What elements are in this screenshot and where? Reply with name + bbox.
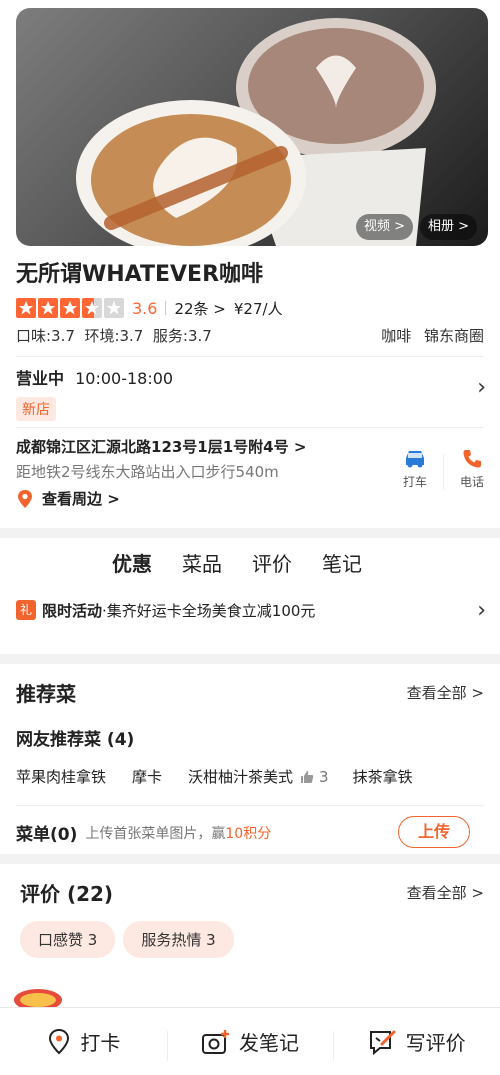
car-icon: [406, 451, 424, 468]
menu-points: 10积分: [225, 825, 272, 842]
review-tags: 口感赞 3 服务热情 3: [20, 921, 484, 958]
tab-dishes[interactable]: 菜品: [182, 548, 222, 590]
hero-image[interactable]: 视频 > 相册 >: [16, 8, 488, 246]
sub-scores: 口味:3.7 环境:3.7 服务:3.7: [16, 326, 212, 345]
new-shop-badge: 新店: [16, 397, 56, 421]
dish-item[interactable]: 摩卡: [132, 766, 162, 787]
checkin-label: 打卡: [80, 1031, 121, 1055]
recommend-section: 推荐菜 查看全部 > 网友推荐菜 (4) 苹果肉桂拿铁 摩卡 沃柑柚汁茶美式 3…: [0, 664, 500, 854]
tab-reviews[interactable]: 评价: [252, 548, 292, 590]
reviews-section: 评价 (22) 查看全部 > 口感赞 3 服务热情 3: [0, 864, 500, 1024]
scores-row: 口味:3.7 环境:3.7 服务:3.7 咖啡 锦东商圈: [0, 320, 500, 350]
note-label: 发笔记: [239, 1031, 299, 1055]
edit-review-icon: [369, 1030, 396, 1055]
address-section: 成都锦江区汇源北路123号1层1号附4号 > 距地铁2号线东大路站出入口步行54…: [0, 428, 500, 528]
phone-button[interactable]: 电话: [444, 448, 500, 490]
review-tag[interactable]: 服务热情 3: [123, 921, 234, 958]
chevron-right-icon: ›: [477, 375, 486, 400]
location-pin-icon: [18, 489, 32, 508]
location-pin-icon: [49, 1028, 70, 1054]
open-time: 10:00-18:00: [75, 369, 174, 388]
coffee-photo: [76, 18, 436, 246]
nearby-label: 查看周边 >: [42, 490, 120, 508]
address-actions: 打车 电话: [387, 448, 500, 490]
taxi-button[interactable]: 打车: [387, 448, 443, 490]
price-per-person: ¥27/人: [233, 299, 283, 318]
hero-section: 视频 > 相册 >: [0, 0, 500, 246]
section-title: 推荐菜: [16, 682, 76, 706]
tab-bar: 优惠 菜品 评价 笔记: [0, 548, 500, 590]
rating-stars: [16, 298, 126, 318]
open-status: 营业中: [16, 369, 65, 388]
thumbs-up-icon: [301, 770, 314, 783]
review-count[interactable]: 22条 >: [174, 298, 225, 319]
camera-plus-icon: [202, 1029, 229, 1054]
view-all-reviews-link[interactable]: 查看全部 >: [407, 882, 484, 903]
section-title: 评价 (22): [20, 882, 114, 906]
nearby-link[interactable]: 查看周边 >: [16, 488, 484, 509]
gift-icon: 礼: [16, 600, 36, 620]
review-tag[interactable]: 口感赞 3: [20, 921, 116, 958]
menu-hint: 上传首张菜单图片，赢: [85, 825, 226, 842]
shop-category[interactable]: 咖啡: [381, 327, 411, 345]
checkin-button[interactable]: 打卡: [0, 1027, 167, 1056]
post-note-button[interactable]: 发笔记: [166, 1027, 334, 1061]
write-review-button[interactable]: 写评价: [333, 1027, 500, 1061]
tab-discount[interactable]: 优惠: [110, 548, 154, 590]
star-icon: [38, 298, 58, 318]
promo-banner[interactable]: 礼 限时活动 ·集齐好运卡全场美食立减100元 ›: [0, 590, 500, 630]
recommend-subtitle: 网友推荐菜 (4): [16, 730, 135, 750]
star-icon: [104, 298, 124, 318]
star-icon: [16, 298, 36, 318]
upload-menu-button[interactable]: 上传: [398, 816, 470, 848]
video-button[interactable]: 视频 >: [356, 214, 414, 240]
shop-area[interactable]: 锦东商圈: [424, 327, 484, 345]
taxi-label: 打车: [402, 475, 427, 489]
star-icon: [60, 298, 80, 318]
business-hours[interactable]: 营业中 10:00-18:00 新店 ›: [0, 357, 500, 427]
rating-row[interactable]: 3.6 22条 > ¥27/人: [0, 290, 500, 320]
dish-list: 苹果肉桂拿铁 摩卡 沃柑柚汁茶美式 3 抹茶拿铁: [16, 766, 484, 787]
dish-item[interactable]: 沃柑柚汁茶美式: [188, 766, 293, 787]
shop-info-card: 无所谓WHATEVER咖啡 3.6 22条 > ¥27/人 口味:3.7 环境:…: [0, 246, 500, 528]
like-count: 3: [319, 767, 329, 786]
tab-notes[interactable]: 笔记: [322, 548, 362, 590]
view-all-dishes-link[interactable]: 查看全部 >: [407, 682, 484, 703]
chevron-right-icon: ›: [477, 598, 486, 623]
dish-item[interactable]: 苹果肉桂拿铁: [16, 766, 106, 787]
promo-text: ·集齐好运卡全场美食立减100元: [102, 601, 316, 620]
shop-name: 无所谓WHATEVER咖啡: [16, 262, 264, 287]
bottom-action-bar: 打卡 发笔记 写评价: [0, 1007, 500, 1075]
promo-title: 限时活动: [42, 601, 103, 620]
review-label: 写评价: [405, 1031, 466, 1055]
star-icon: [82, 298, 102, 318]
dish-item[interactable]: 抹茶拿铁: [353, 766, 413, 787]
menu-row: 菜单(0) 上传首张菜单图片，赢 10积分 上传: [16, 805, 484, 848]
menu-title: 菜单(0): [16, 825, 78, 845]
phone-icon: [463, 450, 481, 468]
phone-label: 电话: [459, 475, 484, 489]
tabs-card: 优惠 菜品 评价 笔记 礼 限时活动 ·集齐好运卡全场美食立减100元 ›: [0, 538, 500, 654]
rating-score: 3.6: [132, 298, 158, 318]
album-button[interactable]: 相册 >: [420, 214, 478, 240]
divider: [165, 301, 167, 315]
